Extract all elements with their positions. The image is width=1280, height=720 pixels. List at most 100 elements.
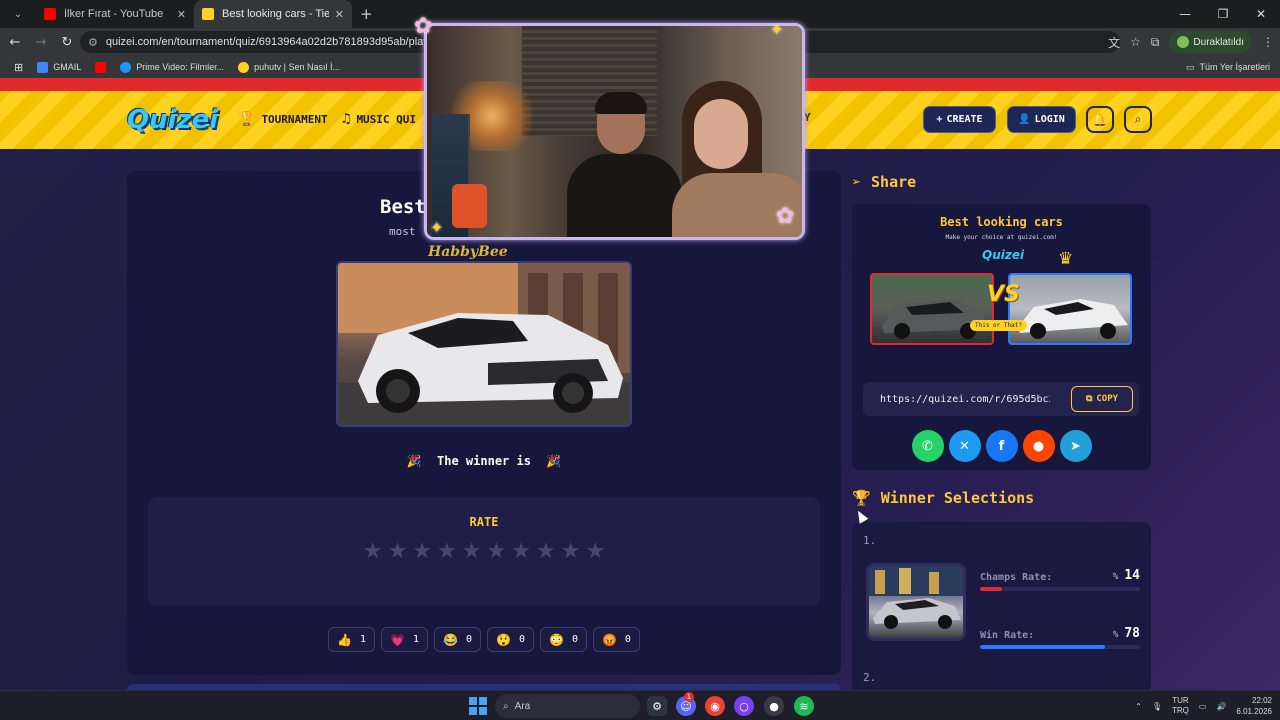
tab-title: İlker Fırat - YouTube [64, 8, 164, 20]
bookmark-star-icon[interactable]: ☆ [1130, 35, 1141, 49]
maximize-icon[interactable]: ❐ [1204, 0, 1242, 28]
reaction-count: 0 [465, 634, 472, 645]
star-icon[interactable]: ★ [585, 539, 605, 564]
share-card-subtitle: Make your choice at quizei.com! [945, 234, 1058, 241]
reaction-button[interactable]: 😲 0 [487, 627, 534, 652]
mic-icon[interactable]: 🎙 [1152, 702, 1162, 711]
reaction-button[interactable]: 😂 0 [434, 627, 481, 652]
minimize-icon[interactable]: — [1166, 0, 1204, 28]
x-share-icon[interactable]: ✕ [948, 430, 981, 462]
create-button[interactable]: + CREATE [923, 106, 996, 133]
nav-label: MUSIC QUI [356, 112, 417, 126]
bookmark-gmail[interactable]: GMAIL [37, 61, 81, 73]
star-icon[interactable]: ★ [388, 539, 408, 564]
quizei-logo[interactable]: Quizei [127, 105, 218, 135]
login-label: LOGIN [1034, 114, 1065, 125]
copy-button[interactable]: ⧉ COPY [1071, 386, 1133, 412]
login-button[interactable]: 👤 LOGIN [1007, 106, 1076, 133]
extensions-icon[interactable]: ⧉ [1151, 35, 1160, 50]
nav-tournament[interactable]: 🏆 TOURNAMENT [238, 111, 328, 127]
quizei-favicon-icon [202, 8, 214, 20]
taskbar-search-placeholder: Ara [514, 700, 531, 712]
volume-icon[interactable]: 🔊 [1216, 702, 1226, 711]
star-icon[interactable]: ★ [536, 539, 556, 564]
chevron-up-icon[interactable]: ⌃ [1135, 702, 1142, 711]
star-icon[interactable]: ★ [511, 539, 531, 564]
reload-icon[interactable]: ↻ [56, 35, 78, 50]
winner-selections-heading: 🏆 Winner Selections [852, 489, 1034, 507]
language-indicator[interactable]: TUR TRQ [1172, 696, 1189, 716]
app-recording-icon[interactable]: ● [764, 696, 784, 716]
reaction-button[interactable]: 😡 0 [592, 627, 640, 652]
clock[interactable]: 22:02 6.01.2026 [1236, 695, 1272, 717]
tab-youtube[interactable]: İlker Fırat - YouTube ✕ [36, 0, 194, 28]
bookmark-puhutv[interactable]: puhutv | Sen Nasıl İ... [238, 61, 340, 73]
flower-decoration-icon: ✿ [414, 14, 433, 39]
back-arrow-icon[interactable]: ← [4, 35, 26, 50]
profile-button[interactable]: Duraklatıldı [1169, 31, 1252, 53]
rating-panel: RATE ★ ★ ★ ★ ★ ★ ★ ★ ★ ★ [148, 497, 820, 605]
language-top: TUR [1172, 696, 1189, 705]
toolbar-actions: 文 ☆ ⧉ Duraklatıldı ⋮ [1108, 31, 1274, 53]
facebook-share-icon[interactable]: f [985, 430, 1018, 462]
star-icon[interactable]: ★ [437, 539, 457, 564]
share-url-field[interactable]: https://quizei.com/r/695d5bc3167c ⧉ COPY [863, 382, 1139, 416]
close-icon[interactable]: ✕ [335, 8, 344, 21]
menu-dots-icon[interactable]: ⋮ [1262, 35, 1274, 49]
reaction-button[interactable]: 💗 1 [381, 627, 429, 652]
clock-date: 6.01.2026 [1236, 707, 1272, 716]
youtube-icon [95, 61, 107, 73]
forward-arrow-icon[interactable]: → [30, 35, 52, 50]
windows-start-icon[interactable] [469, 697, 487, 715]
tab-quizei[interactable]: Best looking cars - Tier List, Bli ✕ [194, 0, 352, 28]
notifications-button[interactable]: 🔔 [1086, 106, 1114, 133]
new-tab-plus-icon[interactable]: + [360, 5, 373, 23]
bookmark-prime-video[interactable]: Prime Video: Filmler... [120, 61, 224, 73]
translate-icon[interactable]: 文 [1108, 34, 1120, 51]
reaction-button[interactable]: 👍 1 [328, 627, 376, 652]
reddit-share-icon[interactable]: ● [1022, 430, 1055, 462]
chrome-icon[interactable]: ◉ [705, 696, 725, 716]
trophy-icon: 🏆 [238, 111, 256, 127]
spotify-icon[interactable]: ≋ [794, 696, 814, 716]
winner-selection-car-image[interactable] [866, 563, 966, 641]
close-icon[interactable]: ✕ [177, 8, 186, 21]
percent-sign: % [1112, 572, 1119, 582]
nav-music-quiz[interactable]: ♫ MUSIC QUI [342, 111, 416, 127]
taskbar-search[interactable]: ⌕ Ara [495, 694, 640, 718]
quiz-title: Best [380, 196, 426, 218]
champs-rate-value: % 14 [1113, 568, 1140, 583]
app-gear-icon[interactable]: ⚙ [647, 696, 667, 716]
telegram-share-icon[interactable]: ➤ [1059, 430, 1092, 462]
close-window-icon[interactable]: ✕ [1242, 0, 1280, 28]
streamer-person-left [567, 92, 682, 237]
language-bottom: TRQ [1171, 706, 1189, 715]
puhutv-icon [238, 61, 250, 73]
reaction-count: 0 [571, 634, 578, 645]
win-rate-label: Win Rate: [980, 630, 1035, 641]
apps-grid-icon[interactable]: ⊞ [14, 61, 23, 74]
app-circle-icon[interactable]: ○ [734, 696, 754, 716]
flushed-icon: 😳 [548, 632, 564, 647]
tab-search-icon[interactable]: ⌄ [6, 4, 30, 24]
white-sports-car-illustration [338, 263, 630, 425]
star-icon[interactable]: ★ [363, 539, 383, 564]
dark-sedan-illustration [882, 299, 988, 339]
bookmark-youtube[interactable] [95, 61, 107, 73]
surprised-icon: 😲 [496, 632, 511, 647]
whatsapp-share-icon[interactable]: ✆ [911, 430, 944, 462]
url-text: quizei.com/en/tournament/quiz/6913964a02… [105, 36, 429, 48]
star-icon[interactable]: ★ [487, 539, 507, 564]
all-bookmarks-button[interactable]: ▭ Tüm Yer İşaretleri [1186, 56, 1270, 78]
reaction-button[interactable]: 😳 0 [539, 627, 587, 652]
share-url-text: https://quizei.com/r/695d5bc3167c [880, 393, 1050, 405]
star-icon[interactable]: ★ [561, 539, 581, 564]
user-icon: 👤 [1018, 114, 1031, 125]
search-button[interactable]: ⌕ [1124, 106, 1152, 133]
create-label: CREATE [946, 114, 983, 125]
star-icon[interactable]: ★ [412, 539, 432, 564]
site-info-icon[interactable]: ⚙ [88, 36, 98, 49]
display-icon[interactable]: ▭ [1199, 702, 1207, 711]
champs-rate-bar [980, 587, 1140, 591]
star-icon[interactable]: ★ [462, 539, 482, 564]
